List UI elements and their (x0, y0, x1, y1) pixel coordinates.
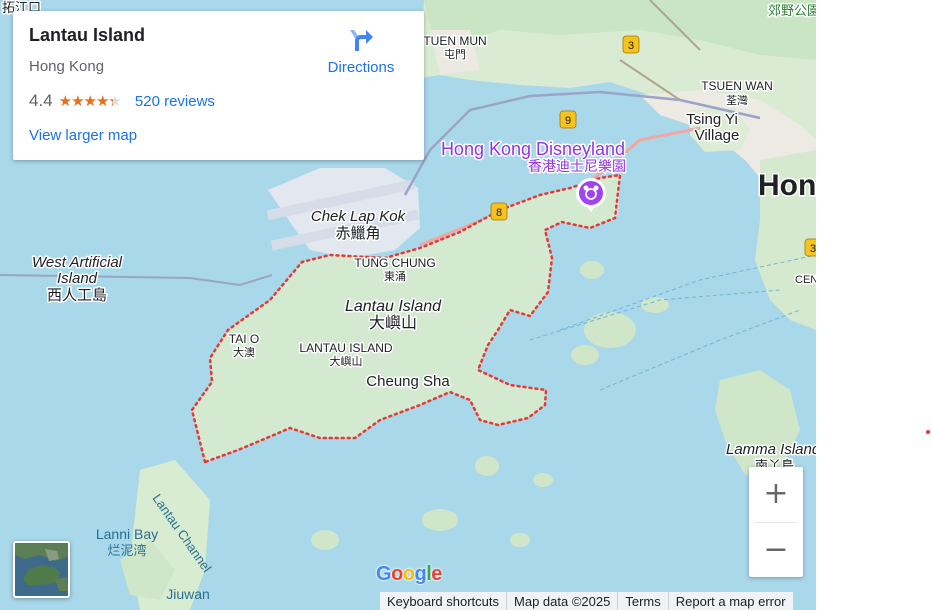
islet (533, 473, 553, 487)
stars-fill: ★★★★★ (58, 93, 114, 110)
svg-text:3: 3 (628, 40, 634, 52)
islet (580, 261, 604, 279)
chek-lap-kok-zh-label: 赤鱲角 (335, 225, 380, 242)
google-logo-letter: o (391, 563, 403, 585)
route-shield: 9 (559, 110, 577, 129)
islet (311, 530, 339, 550)
zoom-control: + − (749, 467, 803, 577)
svg-text:3: 3 (810, 243, 816, 255)
lantau-island-label: Lantau Island (345, 298, 442, 315)
marker-dot (926, 430, 930, 434)
country-park-label: 郊野公園 (768, 3, 816, 18)
route-shield: 3 (622, 35, 640, 54)
place-subtitle: Hong Kong (29, 58, 105, 75)
islet (571, 345, 599, 365)
satellite-thumbnail-icon (15, 543, 68, 596)
disneyland-label[interactable]: Hong Kong Disneyland (439, 138, 626, 161)
disneyland-zh-label[interactable]: 香港迪士尼樂園 (527, 157, 628, 176)
lamma-island-label: Lamma Island (726, 441, 816, 458)
view-larger-map-link[interactable]: View larger map (29, 127, 137, 144)
google-logo: Google (376, 563, 442, 586)
tsuen-wan-label: TSUEN WAN (701, 79, 773, 93)
route-shield: 8 (490, 202, 508, 221)
chek-lap-kok-label: Chek Lap Kok (311, 208, 407, 225)
terms-link[interactable]: Terms (617, 592, 667, 610)
peng-chau-island (584, 312, 636, 348)
directions-arrow-icon (350, 30, 373, 51)
svg-text:9: 9 (565, 115, 571, 127)
star-rating-icon: ★★★★★ ★★★★★ (58, 92, 122, 110)
islet (422, 509, 458, 531)
west-artificial-island-label-2: Island (57, 270, 98, 287)
lantau-island-zh-label: 大嶼山 (369, 314, 417, 332)
satellite-layer-thumbnail[interactable] (13, 541, 70, 598)
tung-chung-label: TUNG CHUNG (354, 256, 435, 270)
place-title: Lantau Island (29, 25, 146, 45)
zoom-in-button[interactable]: + (749, 467, 803, 521)
rating-value: 4.4 (29, 91, 53, 110)
reviews-link[interactable]: 520 reviews (135, 93, 215, 110)
islet (475, 456, 499, 476)
central-label: CEN (795, 274, 816, 286)
directions-button[interactable]: Directions (321, 25, 401, 76)
tai-o-label: TAI O (229, 332, 259, 346)
jiuwan-label: Jiuwan (166, 586, 210, 602)
tuen-mun-label: TUEN MUN (423, 34, 486, 48)
tsing-yi-label: Tsing Yi (686, 111, 738, 128)
hong-kong-label: Hon (758, 169, 816, 202)
place-info-card: Lantau Island Hong Kong 4.4 ★★★★★ ★★★★★ … (13, 11, 424, 160)
report-map-error-link[interactable]: Report a map error (667, 592, 793, 610)
west-artificial-island-zh-label: 西人工島 (47, 287, 107, 304)
lantau-island-district-label: LANTAU ISLAND (299, 341, 392, 355)
west-artificial-island-label: West Artificial (32, 254, 123, 271)
google-logo-letter: o (402, 563, 415, 585)
map-data-attribution: Map data ©2025 (506, 592, 617, 610)
google-logo-letter: e (431, 563, 442, 585)
directions-label: Directions (327, 59, 395, 76)
tsuen-wan-zh-label: 荃灣 (726, 93, 748, 107)
svg-text:8: 8 (496, 207, 502, 219)
islet (510, 533, 530, 547)
google-logo-letter: G (376, 563, 392, 585)
rating-row: 4.4 ★★★★★ ★★★★★ 520 reviews (29, 91, 215, 111)
tuen-mun-zh-label: 屯門 (444, 48, 466, 61)
map-canvas[interactable]: 3 9 8 3 郊野公園 拓江口 TUEN MUN 屯門 TSUEN WAN 荃… (0, 0, 816, 610)
lantau-island-district-zh-label: 大嶼山 (330, 354, 363, 368)
tsing-yi-village-label: Village (695, 127, 740, 144)
tai-o-zh-label: 大澳 (233, 345, 255, 359)
tung-chung-zh-label: 東涌 (384, 270, 406, 283)
google-logo-letter: g (414, 563, 427, 585)
lanni-bay-label: Lanni Bay (96, 526, 158, 542)
keyboard-shortcuts-link[interactable]: Keyboard shortcuts (380, 592, 506, 610)
zoom-out-button[interactable]: − (749, 523, 803, 577)
lanni-bay-zh-label: 烂泥湾 (107, 543, 146, 558)
map-footer: Keyboard shortcuts Map data ©2025 Terms … (380, 592, 793, 610)
cheung-sha-label: Cheung Sha (366, 373, 450, 390)
route-shield: 3 (804, 238, 816, 257)
